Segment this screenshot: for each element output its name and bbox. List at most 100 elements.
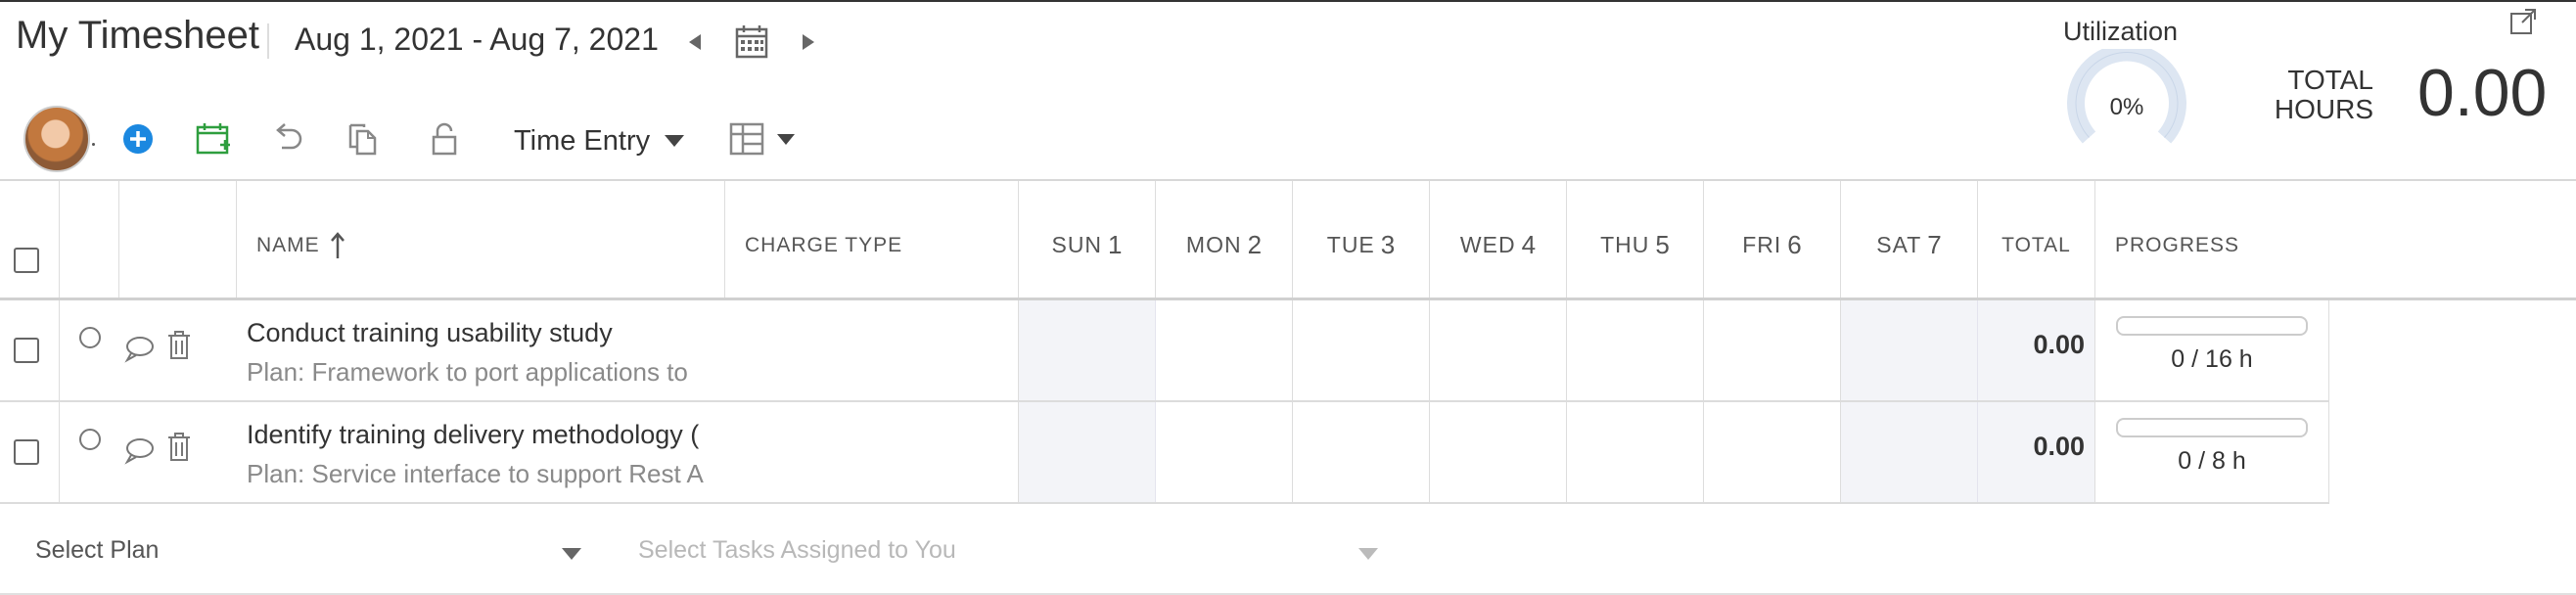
day-hours-cell[interactable] [1019,402,1156,502]
row-total: 0.00 [2033,330,2085,359]
total-hours-label-line2: HOURS [2274,94,2373,124]
day-name: THU [1600,232,1650,257]
day-hours-cell[interactable] [1156,402,1293,502]
task-plan: Plan: Framework to port applications to [247,357,688,387]
row-total: 0.00 [2033,432,2085,461]
grid-layout-dropdown[interactable] [729,117,796,160]
total-hours-label-line1: TOTAL [2287,65,2373,95]
undo-icon[interactable] [266,117,309,160]
chevron-right-icon[interactable] [792,25,825,59]
progress-text: 0 / 16 h [2171,345,2253,373]
title-divider [267,23,269,59]
row-checkbox[interactable] [14,439,39,465]
sort-ascending-icon [330,231,345,258]
task-name[interactable]: Conduct training usability study [247,318,724,348]
charge-type-column-header[interactable]: CHARGE TYPE [725,181,1019,298]
status-radio[interactable] [79,327,101,348]
progress-column-header: PROGRESS [2095,181,2576,298]
row-select-cell [0,300,60,400]
select-plan-caret-icon[interactable] [562,548,581,560]
day-number: 4 [1521,230,1537,259]
day-hours-cell[interactable] [1841,300,1978,400]
day-hours-cell[interactable] [1841,402,1978,502]
total-hours-label: TOTAL HOURS [2271,66,2373,124]
add-icon[interactable] [116,117,160,160]
calendar-icon[interactable] [732,22,771,61]
day-column-header: FRI 6 [1704,181,1841,298]
day-hours-cell[interactable] [1567,300,1704,400]
status-radio[interactable] [79,429,101,450]
name-column-header[interactable]: NAME [237,181,725,298]
comment-icon[interactable] [123,334,155,363]
charge-type-cell[interactable] [725,402,1019,502]
charge-type-cell[interactable] [725,300,1019,400]
day-hours-cell[interactable] [1567,402,1704,502]
day-number: 3 [1380,230,1396,259]
day-hours-cell[interactable] [1430,402,1567,502]
day-column-header: THU 5 [1567,181,1704,298]
calendar-add-icon[interactable] [192,117,235,160]
day-number: 1 [1108,230,1123,259]
comment-icon[interactable] [123,435,155,465]
name-header-label: NAME [256,233,320,256]
add-task-bar: Select Plan Select Tasks Assigned to You [0,509,2576,595]
row-select-cell [0,402,60,502]
copy-icon[interactable] [342,117,385,160]
lock-icon[interactable] [423,117,466,160]
select-all-checkbox[interactable] [14,248,39,273]
select-all-cell [0,181,60,298]
day-name: FRI [1742,232,1782,257]
row-status-cell [60,300,119,400]
day-name: WED [1459,232,1516,257]
caret-down-icon [777,133,795,145]
day-hours-cell[interactable] [1704,300,1841,400]
avatar[interactable] [23,106,90,172]
task-plan: Plan: Service interface to support Rest … [247,459,704,488]
top-border [0,0,2576,2]
task-name[interactable]: Identify training delivery methodology ( [247,420,724,450]
day-column-header: SUN 1 [1019,181,1156,298]
day-name: SAT [1876,232,1922,257]
trash-icon[interactable] [166,330,192,361]
page-title: My Timesheet [16,14,259,57]
day-hours-cell[interactable] [1293,402,1430,502]
total-column-header: TOTAL [1978,181,2095,298]
day-hours-cell[interactable] [1156,300,1293,400]
day-name: SUN [1051,232,1103,257]
total-hours-value: 0.00 [2417,56,2548,130]
progress-bar [2116,316,2308,336]
select-plan-dropdown[interactable]: Select Plan [35,536,159,565]
table-header: NAME CHARGE TYPE SUN 1 MON 2 TUE 3 WED 4 THU… [0,179,2576,300]
day-column-header: SAT 7 [1841,181,1978,298]
progress-bar [2116,418,2308,437]
progress-text: 0 / 8 h [2178,447,2246,475]
day-hours-cell[interactable] [1704,402,1841,502]
select-tasks-dropdown[interactable]: Select Tasks Assigned to You [638,536,956,565]
actions-column-header [119,181,237,298]
time-entry-dropdown[interactable]: Time Entry [514,121,685,160]
utilization-label: Utilization [2063,17,2179,46]
day-column-header: MON 2 [1156,181,1293,298]
day-column-header: WED 4 [1430,181,1567,298]
select-tasks-caret-icon[interactable] [1358,548,1378,560]
avatar-status-dot [92,143,95,146]
time-entry-label: Time Entry [514,124,651,157]
row-checkbox[interactable] [14,338,39,363]
day-name: TUE [1326,232,1375,257]
chevron-left-icon[interactable] [678,25,712,59]
day-number: 7 [1927,230,1942,259]
day-hours-cell[interactable] [1293,300,1430,400]
day-number: 2 [1247,230,1263,259]
total-header-label: TOTAL [2001,233,2071,256]
date-range: Aug 1, 2021 - Aug 7, 2021 [295,22,659,57]
table-row: Identify training delivery methodology (… [0,402,2329,504]
day-hours-cell[interactable] [1430,300,1567,400]
status-column-header [60,181,119,298]
charge-type-header-label: CHARGE TYPE [745,233,903,256]
expand-icon[interactable] [2507,6,2539,37]
trash-icon[interactable] [166,432,192,463]
day-column-header: TUE 3 [1293,181,1430,298]
day-hours-cell[interactable] [1019,300,1156,400]
row-status-cell [60,402,119,502]
utilization-value: 0% [2109,94,2144,120]
